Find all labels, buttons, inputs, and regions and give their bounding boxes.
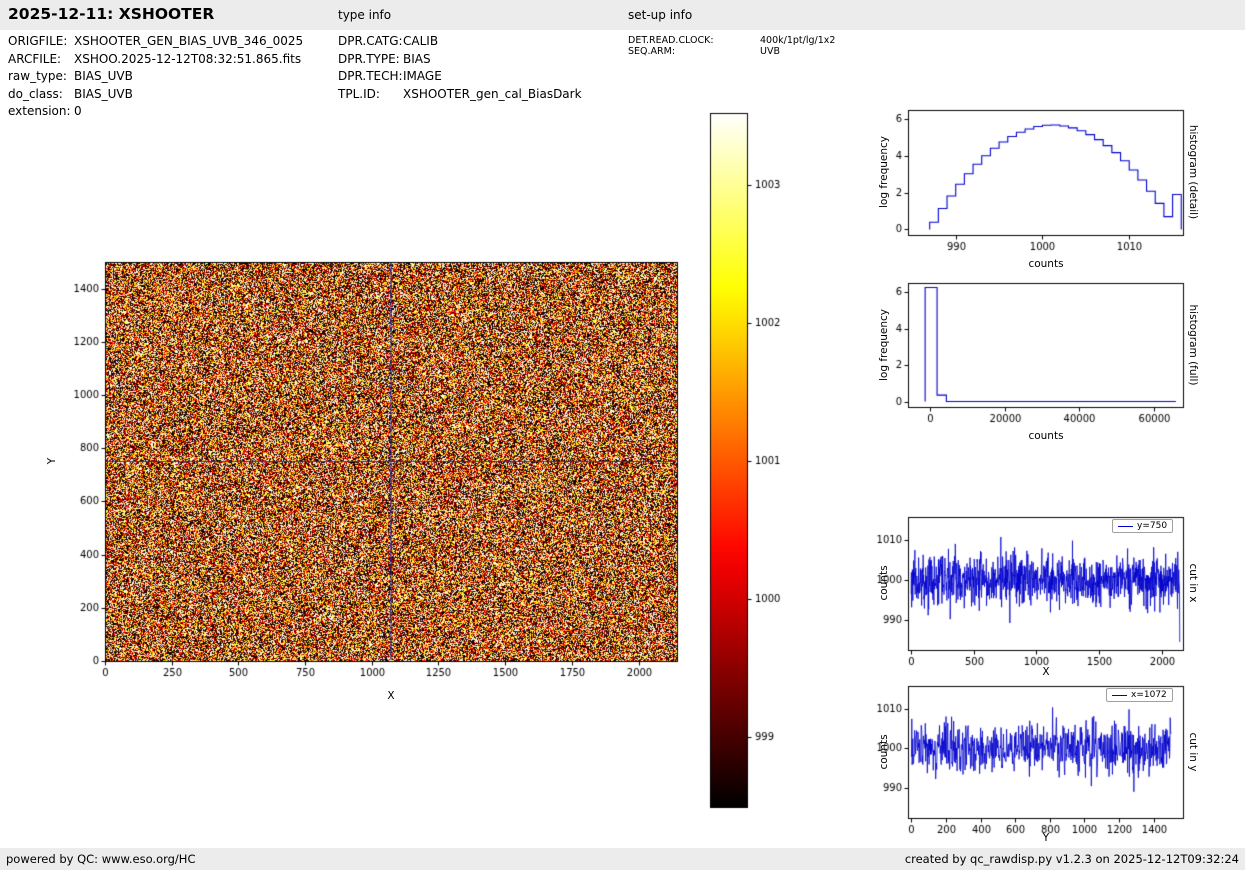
legend-cut-y: x=1072 (1106, 688, 1173, 702)
hist-detail-right-label: histogram (detail) (1187, 124, 1199, 220)
meta-value: XSHOOTER_gen_cal_BiasDark (403, 86, 582, 101)
hist-full-right-label: histogram (full) (1187, 304, 1199, 386)
meta-value: 400k/1pt/lg/1x2 (760, 35, 836, 46)
cut-y-right-label: cut in y (1187, 732, 1199, 772)
footer-bar: powered by QC: www.eso.org/HC created by… (0, 848, 1245, 870)
file-info-block: ORIGFILE: XSHOOTER_GEN_BIAS_UVB_346_0025 … (8, 33, 303, 121)
cut-x-ylabel: counts (878, 565, 890, 601)
setup-info-block: DET.READ.CLOCK: 400k/1pt/lg/1x2 SEQ.ARM: U… (628, 35, 835, 57)
meta-label: do_class: (8, 86, 63, 101)
main-xaxis-label: X (387, 690, 395, 702)
meta-label: ORIGFILE: (8, 34, 68, 48)
footer-left-text: powered by QC: www.eso.org/HC (6, 852, 196, 866)
meta-label: DET.READ.CLOCK: (628, 35, 714, 46)
meta-value: XSHOO.2025-12-12T08:32:51.865.fits (74, 51, 302, 66)
cut-x-right-label: cut in x (1187, 563, 1199, 603)
meta-label: extension: (8, 104, 71, 118)
meta-label: DPR.TECH: (338, 69, 403, 83)
hist-detail-ylabel: log frequency (878, 135, 890, 209)
legend-cut-x: y=750 (1112, 519, 1174, 533)
type-info-block: DPR.CATG: CALIB DPR.TYPE: BIAS DPR.TECH: IM… (338, 33, 582, 103)
meta-row: ARCFILE: XSHOO.2025-12-12T08:32:51.865.fi… (8, 51, 303, 69)
meta-label: TPL.ID: (338, 86, 380, 101)
header-bar: 2025-12-11: XSHOOTER type info set-up in… (0, 0, 1245, 30)
meta-row: DPR.TYPE: BIAS (338, 51, 582, 69)
cut-x-xlabel: X (1042, 666, 1050, 678)
hist-detail-xlabel: counts (1028, 258, 1064, 270)
meta-value: UVB (760, 46, 780, 57)
legend-line-icon (1118, 525, 1133, 527)
meta-row: DET.READ.CLOCK: 400k/1pt/lg/1x2 (628, 35, 835, 46)
meta-value: BIAS_UVB (74, 86, 133, 101)
legend-cut-y-label: x=1072 (1131, 690, 1167, 700)
page-title: 2025-12-11: XSHOOTER (8, 5, 215, 23)
hist-full-xlabel: counts (1028, 430, 1064, 442)
cut-y-xlabel: Y (1042, 832, 1050, 844)
meta-value: CALIB (403, 34, 439, 48)
meta-value: IMAGE (403, 69, 442, 83)
footer-right-text: created by qc_rawdisp.py v1.2.3 on 2025-… (904, 852, 1239, 866)
meta-value: 0 (74, 104, 82, 118)
meta-row: DPR.TECH: IMAGE (338, 68, 582, 86)
meta-label: DPR.TYPE: (338, 51, 400, 66)
meta-row: DPR.CATG: CALIB (338, 33, 582, 51)
meta-label: raw_type: (8, 69, 67, 83)
meta-label: DPR.CATG: (338, 34, 403, 48)
type-info-heading: type info (338, 8, 392, 22)
meta-row: extension: 0 (8, 103, 303, 121)
main-yaxis-label: Y (46, 457, 58, 465)
meta-row: TPL.ID: XSHOOTER_gen_cal_BiasDark (338, 86, 582, 104)
setup-info-heading: set-up info (628, 8, 693, 22)
meta-label: SEQ.ARM: (628, 46, 676, 57)
legend-line-icon (1112, 694, 1127, 696)
qc-rawdisp-page: { "header": { "title": "2025-12-11: XSHO… (0, 0, 1245, 870)
meta-value: BIAS_UVB (74, 69, 133, 83)
hist-full-ylabel: log frequency (878, 308, 890, 382)
legend-cut-x-label: y=750 (1137, 521, 1168, 531)
meta-value: BIAS (403, 51, 431, 66)
meta-row: do_class: BIAS_UVB (8, 86, 303, 104)
meta-row: raw_type: BIAS_UVB (8, 68, 303, 86)
meta-label: ARCFILE: (8, 51, 62, 66)
meta-row: ORIGFILE: XSHOOTER_GEN_BIAS_UVB_346_0025 (8, 33, 303, 51)
meta-row: SEQ.ARM: UVB (628, 46, 835, 57)
cut-y-ylabel: counts (878, 734, 890, 770)
meta-value: XSHOOTER_GEN_BIAS_UVB_346_0025 (74, 34, 304, 48)
